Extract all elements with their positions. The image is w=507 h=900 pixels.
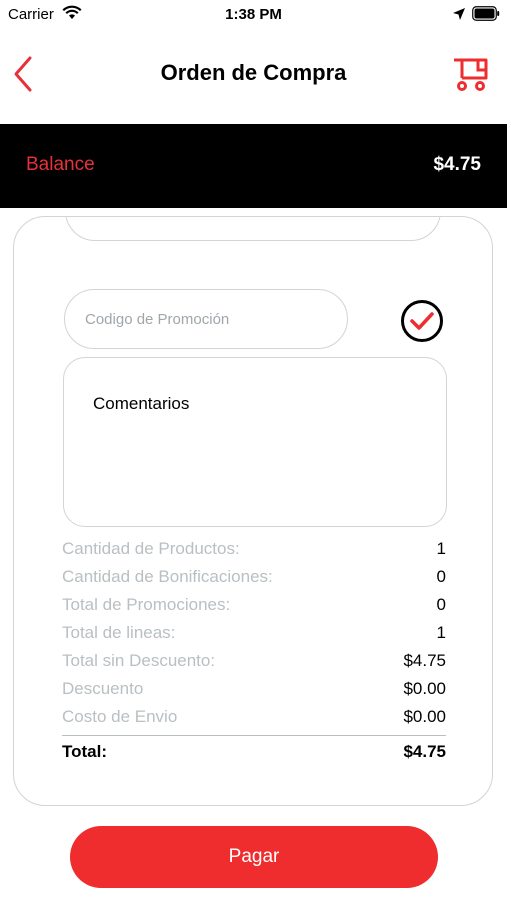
status-time: 1:38 PM (225, 6, 282, 23)
summary-label: Total sin Descuento: (62, 651, 216, 670)
summary-row: Descuento $0.00 (62, 675, 446, 703)
summary-row: Cantidad de Bonificaciones: 0 (62, 563, 446, 591)
status-bar: Carrier 1:38 PM (0, 0, 507, 30)
summary-label: Cantidad de Bonificaciones: (62, 567, 273, 586)
summary-row: Total de lineas: 1 (62, 619, 446, 647)
comments-label: Comentarios (93, 394, 190, 413)
summary-value: $0.00 (403, 679, 446, 698)
battery-icon (472, 6, 500, 27)
cart-icon (454, 58, 488, 91)
order-summary: Cantidad de Productos: 1 Cantidad de Bon… (62, 535, 446, 766)
summary-label: Cantidad de Productos: (62, 539, 240, 558)
summary-value: 0 (436, 567, 446, 586)
pay-button[interactable]: Pagar (70, 826, 438, 888)
summary-label: Costo de Envio (62, 707, 178, 726)
comments-textarea[interactable]: Comentarios (63, 357, 447, 527)
summary-value: $4.75 (403, 651, 446, 670)
summary-value: 0 (436, 595, 446, 614)
location-arrow-icon (452, 7, 466, 26)
check-circle-icon (401, 300, 443, 342)
promo-code-input[interactable] (83, 290, 337, 348)
summary-row: Cantidad de Productos: 1 (62, 535, 446, 563)
apply-promo-button[interactable] (400, 299, 444, 343)
page-title: Orden de Compra (160, 60, 347, 85)
balance-bar: Balance $4.75 (0, 124, 507, 208)
balance-label: Balance (26, 154, 95, 175)
promo-code-field[interactable] (64, 289, 348, 349)
summary-label: Descuento (62, 679, 144, 698)
summary-value: 1 (436, 623, 446, 642)
total-value: $4.75 (403, 742, 446, 761)
order-card: Comentarios Cantidad de Productos: 1 Can… (13, 216, 493, 806)
balance-value: $4.75 (433, 154, 481, 175)
navigation-bar: Orden de Compra (0, 40, 507, 110)
summary-label: Total de lineas: (62, 623, 176, 642)
scrolled-input-field[interactable] (65, 217, 441, 241)
total-label: Total: (62, 742, 108, 761)
summary-value: $0.00 (403, 707, 446, 726)
summary-row: Total sin Descuento: $4.75 (62, 647, 446, 675)
summary-label: Total de Promociones: (62, 595, 231, 614)
summary-row: Total de Promociones: 0 (62, 591, 446, 619)
cart-button[interactable] (452, 54, 492, 94)
summary-row: Costo de Envio $0.00 (62, 703, 446, 731)
summary-total-row: Total: $4.75 (62, 736, 446, 766)
summary-value: 1 (436, 539, 446, 558)
